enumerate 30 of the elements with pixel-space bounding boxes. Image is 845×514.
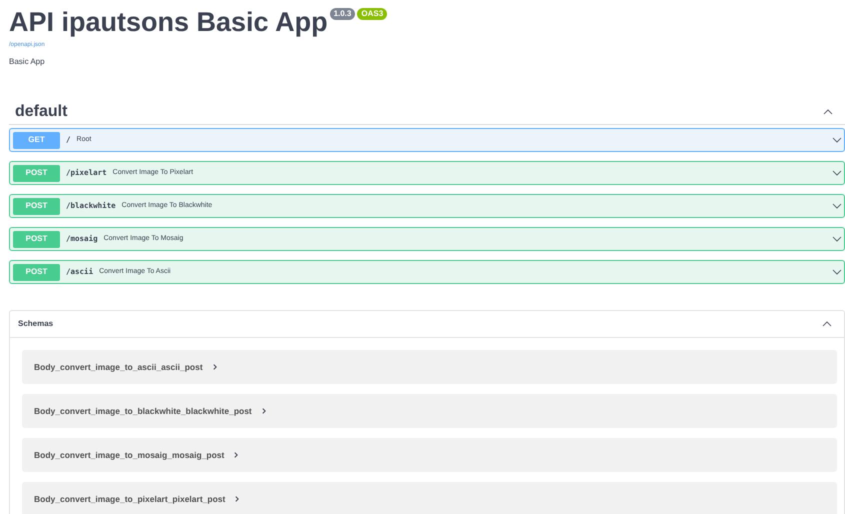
chevron-right-icon[interactable]	[235, 496, 240, 502]
chevron-down-icon[interactable]	[832, 203, 842, 209]
chevron-down-icon[interactable]	[832, 170, 842, 176]
spec-badge: OAS3	[357, 8, 388, 20]
version-badge: 1.0.3	[330, 8, 356, 20]
chevron-down-icon[interactable]	[832, 269, 842, 275]
schemas-title[interactable]: Schemas	[18, 318, 822, 330]
api-description: Basic App	[9, 57, 46, 67]
chevron-right-icon[interactable]	[212, 364, 217, 370]
method-badge: POST	[13, 164, 60, 182]
schema-name: Body_convert_image_to_ascii_ascii_post	[34, 360, 203, 374]
chevron-up-icon[interactable]	[823, 108, 833, 114]
method-badge: POST	[13, 264, 60, 280]
schema-name: Body_convert_image_to_pixelart_pixelart_post	[34, 492, 226, 506]
chevron-right-icon[interactable]	[262, 408, 266, 414]
schema-name: Body_convert_image_to_mosaig_mosaig_post	[34, 448, 224, 462]
section-title[interactable]: default	[15, 100, 823, 124]
chevron-down-icon[interactable]	[832, 137, 842, 143]
schema-item[interactable]: Body_convert_image_to_blackwhite_blackwhite_post	[22, 394, 837, 428]
schema-item[interactable]: Body_convert_image_to_pixelart_pixelart_post	[22, 482, 837, 514]
schema-item[interactable]: Body_convert_image_to_ascii_ascii_post	[22, 350, 837, 384]
method-badge: GET	[13, 132, 60, 148]
chevron-right-icon[interactable]	[234, 452, 238, 458]
chevron-up-icon[interactable]	[822, 321, 832, 327]
api-title: API ipautsons Basic App	[9, 6, 328, 38]
method-badge: POST	[13, 230, 60, 248]
chevron-down-icon[interactable]	[832, 236, 842, 242]
schema-name: Body_convert_image_to_blackwhite_blackwhite_post	[34, 404, 252, 418]
schema-item[interactable]: Body_convert_image_to_mosaig_mosaig_post	[22, 438, 837, 472]
method-badge: POST	[13, 198, 60, 214]
